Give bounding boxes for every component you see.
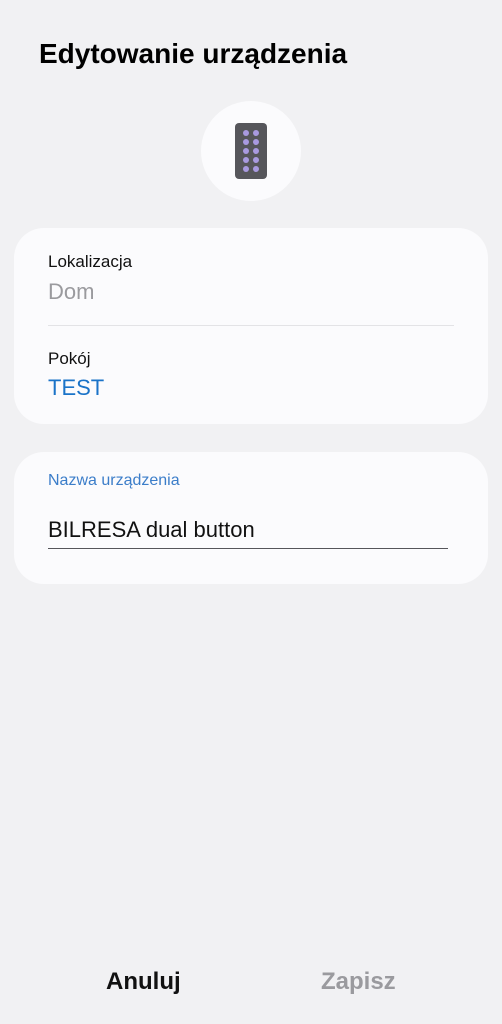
location-value: Dom bbox=[48, 279, 95, 304]
cancel-button[interactable]: Anuluj bbox=[106, 968, 181, 996]
remote-control-icon bbox=[235, 123, 267, 179]
room-row[interactable]: Pokój TEST bbox=[14, 326, 488, 424]
device-name-label: Nazwa urządzenia bbox=[48, 472, 180, 489]
page-title: Edytowanie urządzenia bbox=[39, 38, 348, 69]
room-value: TEST bbox=[48, 375, 105, 400]
edit-device-screen: Edytowanie urządzenia Lokalizacja Dom Po… bbox=[0, 0, 502, 1024]
device-name-card: Nazwa urządzenia bbox=[14, 452, 488, 584]
device-name-input[interactable] bbox=[48, 512, 448, 549]
location-label: Lokalizacja bbox=[48, 252, 133, 271]
location-card: Lokalizacja Dom Pokój TEST bbox=[14, 228, 488, 424]
save-button[interactable]: Zapisz bbox=[321, 968, 396, 996]
room-label: Pokój bbox=[48, 349, 91, 368]
location-row[interactable]: Lokalizacja Dom bbox=[14, 228, 488, 325]
device-icon-container bbox=[201, 101, 301, 201]
